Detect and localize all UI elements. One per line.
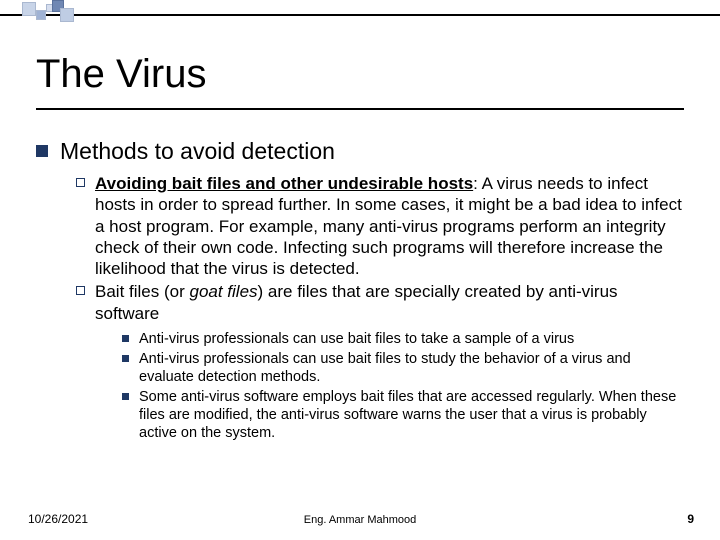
content-area: Methods to avoid detection Avoiding bait…: [36, 138, 684, 445]
level1-text: Methods to avoid detection: [60, 138, 335, 165]
title-underline: [36, 108, 684, 110]
square-bullet-icon: [122, 393, 129, 400]
level3-item: Anti-virus professionals can use bait fi…: [122, 350, 684, 386]
level2-item: Bait files (or goat files) are files tha…: [76, 281, 684, 324]
level2-list: Avoiding bait files and other undesirabl…: [76, 173, 684, 443]
square-bullet-icon: [36, 145, 48, 157]
level2-pre: Bait files (or: [95, 282, 189, 301]
ornament-square: [22, 2, 36, 16]
level2-text: Avoiding bait files and other undesirabl…: [95, 173, 684, 279]
hollow-square-bullet-icon: [76, 286, 85, 295]
top-rule: [0, 14, 720, 16]
slide: The Virus Methods to avoid detection Avo…: [0, 0, 720, 540]
level1-item: Methods to avoid detection: [36, 138, 684, 165]
square-bullet-icon: [122, 335, 129, 342]
footer-author: Eng. Ammar Mahmood: [0, 514, 720, 526]
level3-text: Anti-virus professionals can use bait fi…: [139, 330, 574, 348]
square-bullet-icon: [122, 355, 129, 362]
footer-page-number: 9: [687, 512, 694, 526]
hollow-square-bullet-icon: [76, 178, 85, 187]
emphasized-term: Avoiding bait files and other undesirabl…: [95, 174, 473, 193]
top-decoration: [0, 0, 720, 30]
level2-text: Bait files (or goat files) are files tha…: [95, 281, 684, 324]
ornament-square: [60, 8, 74, 22]
level3-list: Anti-virus professionals can use bait fi…: [122, 330, 684, 443]
level3-text: Some anti-virus software employs bait fi…: [139, 388, 684, 442]
level3-item: Some anti-virus software employs bait fi…: [122, 388, 684, 442]
level3-item: Anti-virus professionals can use bait fi…: [122, 330, 684, 348]
slide-title: The Virus: [36, 52, 206, 97]
italic-term: goat files: [189, 282, 257, 301]
level3-text: Anti-virus professionals can use bait fi…: [139, 350, 684, 386]
ornament-square: [36, 10, 46, 20]
level2-item: Avoiding bait files and other undesirabl…: [76, 173, 684, 279]
